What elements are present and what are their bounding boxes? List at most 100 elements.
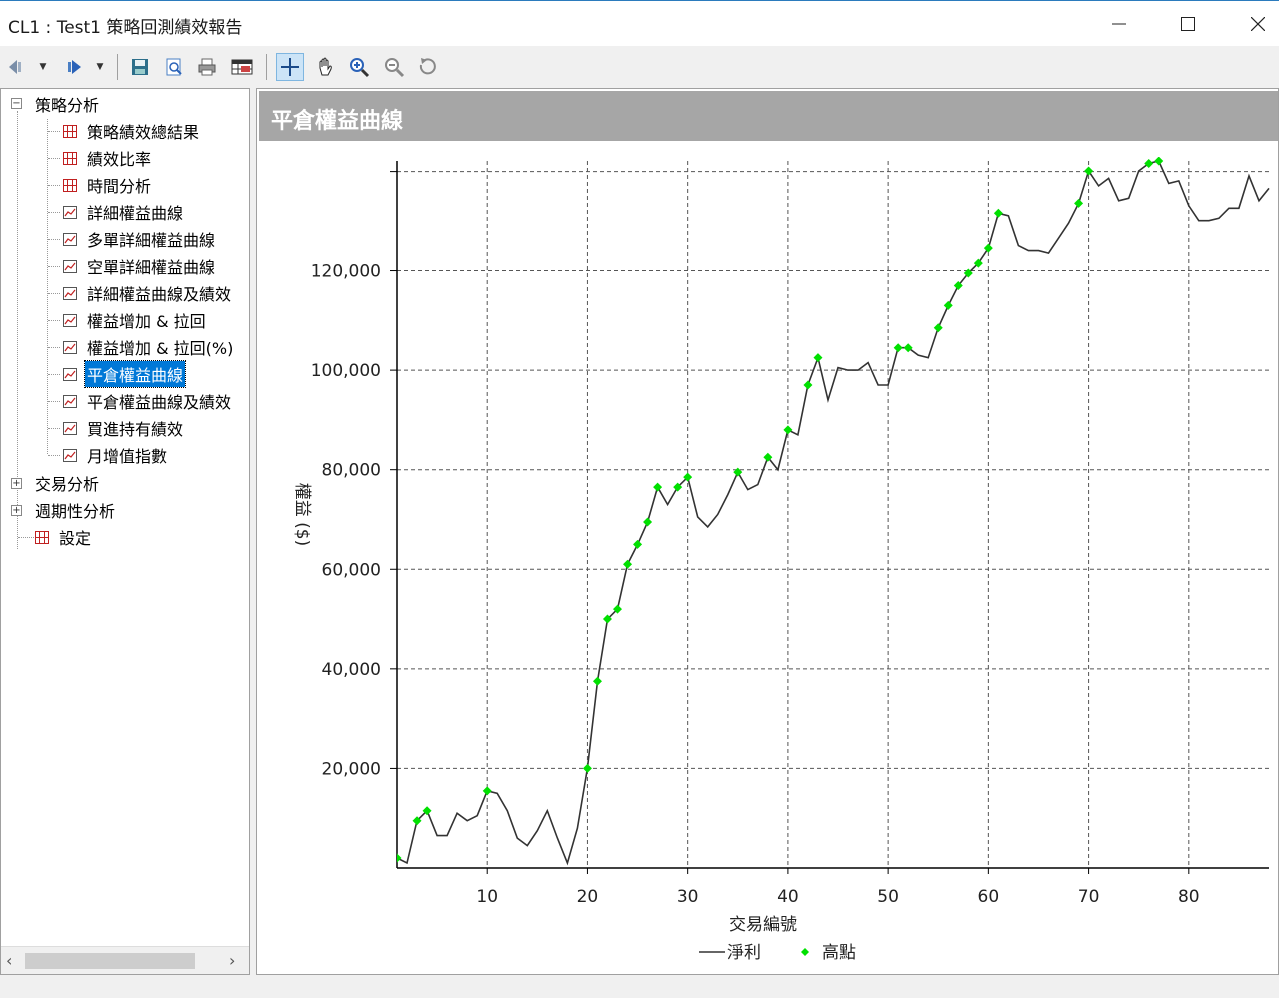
- y-tick-label: 80,000: [322, 461, 381, 481]
- high-point-marker: [633, 539, 643, 549]
- x-axis-label: 交易編號: [729, 915, 797, 935]
- tree-node-settings[interactable]: 設定: [35, 524, 93, 550]
- toolbar: ▼ ▼: [0, 46, 1279, 88]
- tree-node-strategy-item[interactable]: 買進持有績效: [63, 415, 185, 441]
- back-button[interactable]: [2, 53, 30, 81]
- tree-node-label: 買進持有績效: [87, 420, 184, 439]
- high-point-marker: [482, 786, 492, 796]
- print-icon: [198, 58, 216, 76]
- tree-connector: [48, 212, 60, 213]
- expand-trade-expander[interactable]: +: [11, 478, 22, 489]
- tree-node-strategy-item[interactable]: 平倉權益曲線: [63, 360, 187, 388]
- chart-icon: [63, 286, 77, 300]
- horizontal-scrollbar[interactable]: ‹ ›: [1, 946, 249, 974]
- app-window: CL1 : Test1 策略回測績效報告 ▼ ▼ − 策略分析 策略績效總結果 …: [0, 0, 1279, 998]
- x-tick-label: 50: [877, 887, 899, 907]
- hand-icon: [319, 57, 332, 76]
- chart-icon: [63, 448, 77, 462]
- tree-node-label: 策略分析: [35, 96, 100, 115]
- save-button[interactable]: [126, 53, 154, 81]
- table-icon: [35, 530, 49, 544]
- back-dropdown[interactable]: ▼: [36, 56, 50, 78]
- maximize-button[interactable]: [1165, 1, 1211, 47]
- navigation-tree: − 策略分析策略績效總結果 績效比率時間分析詳細權益曲線多單詳細權益曲線空單詳細權益…: [0, 88, 250, 975]
- high-point-marker: [783, 425, 793, 435]
- chevron-down-icon: ▼: [96, 62, 104, 72]
- high-point-marker: [993, 208, 1003, 218]
- scroll-right-icon[interactable]: ›: [229, 951, 235, 970]
- tree-connector: [48, 158, 60, 159]
- table-button[interactable]: [228, 53, 256, 81]
- equity-chart[interactable]: 20,000 40,000 60,000 80,000 100,000 120,000 10…: [257, 141, 1278, 974]
- tree-node-label: 多單詳細權益曲線: [87, 231, 216, 250]
- tree-node-label: 詳細權益曲線及績效: [87, 285, 232, 304]
- x-tick-label: 10: [476, 887, 498, 907]
- minimize-button[interactable]: [1096, 1, 1142, 47]
- reset-button[interactable]: [413, 53, 441, 81]
- close-button[interactable]: [1235, 1, 1279, 47]
- scroll-left-icon[interactable]: ‹: [6, 951, 12, 970]
- table-icon: [63, 151, 77, 165]
- tree-node-strategy-item[interactable]: 空單詳細權益曲線: [63, 253, 217, 279]
- tree-node-strategy-item[interactable]: 月增值指數: [63, 442, 169, 468]
- forward-dropdown[interactable]: ▼: [93, 56, 107, 78]
- table-icon: [231, 59, 253, 75]
- preview-button[interactable]: [160, 53, 188, 81]
- tree-node-strategy-item[interactable]: 時間分析: [63, 172, 153, 198]
- zoom-out-icon: [385, 58, 405, 78]
- zoom-out-button[interactable]: [380, 53, 408, 81]
- tree-node-label: 週期性分析: [35, 502, 116, 521]
- forward-button[interactable]: [60, 53, 88, 81]
- high-point-marker: [1084, 166, 1094, 176]
- tree-node-strategy-item[interactable]: 權益增加 & 拉回: [63, 307, 208, 333]
- tree-node-label: 設定: [59, 529, 92, 548]
- tree-node-strategy[interactable]: 策略分析: [33, 91, 101, 117]
- expand-period-expander[interactable]: +: [11, 505, 22, 516]
- tree-connector: [48, 401, 60, 402]
- high-point-marker: [623, 559, 633, 569]
- tree-node-label: 詳細權益曲線: [87, 204, 184, 223]
- tree-node-strategy-item[interactable]: 權益增加 & 拉回(%): [63, 334, 235, 360]
- chart-icon: [63, 340, 77, 354]
- collapse-strategy-expander[interactable]: −: [11, 98, 22, 109]
- x-tick-label: 40: [777, 887, 799, 907]
- table-icon: [63, 178, 77, 192]
- high-point-marker: [803, 380, 813, 390]
- tree-connector: [48, 185, 60, 186]
- tree-node-strategy-item[interactable]: 策略績效總結果: [63, 118, 201, 144]
- print-button[interactable]: [193, 53, 221, 81]
- crosshair-button[interactable]: [276, 53, 304, 81]
- forward-icon: [68, 60, 81, 74]
- tree-node-trade[interactable]: 交易分析: [33, 470, 101, 496]
- tree-node-strategy-item[interactable]: 詳細權益曲線: [63, 199, 185, 225]
- tree-connector: [48, 320, 60, 321]
- tree-node-label: 月增值指數: [87, 447, 168, 466]
- chart-icon: [63, 367, 77, 381]
- tree-node-label: 時間分析: [87, 177, 152, 196]
- crosshair-icon: [281, 58, 299, 76]
- legend-line-label: 淨利: [727, 943, 761, 963]
- tree-node-strategy-item[interactable]: 多單詳細權益曲線: [63, 226, 217, 252]
- tree-connector: [48, 293, 60, 294]
- chart-icon: [63, 421, 77, 435]
- tree-connector: [48, 455, 60, 456]
- reset-icon: [419, 58, 436, 75]
- tree-node-strategy-item[interactable]: 績效比率: [63, 145, 153, 171]
- tree-node-strategy-item[interactable]: 平倉權益曲線及績效: [63, 388, 233, 414]
- high-point-marker: [813, 353, 823, 363]
- status-bar: [0, 975, 1279, 998]
- y-tick-label: 120,000: [311, 262, 381, 282]
- tree-node-period[interactable]: 週期性分析: [33, 497, 117, 523]
- scrollbar-thumb[interactable]: [25, 953, 195, 969]
- window-title: CL1 : Test1 策略回測績效報告: [8, 18, 243, 38]
- high-point-marker: [397, 853, 402, 863]
- preview-icon: [166, 58, 182, 76]
- zoom-in-button[interactable]: [345, 53, 373, 81]
- tree-node-strategy-item[interactable]: 詳細權益曲線及績效: [63, 280, 233, 306]
- tree-node-label: 權益增加 & 拉回: [87, 312, 206, 331]
- hand-button[interactable]: [311, 53, 339, 81]
- x-tick-label: 60: [978, 887, 1000, 907]
- chart-icon: [63, 232, 77, 246]
- table-icon: [63, 124, 77, 138]
- legend-marker-swatch: [801, 948, 809, 956]
